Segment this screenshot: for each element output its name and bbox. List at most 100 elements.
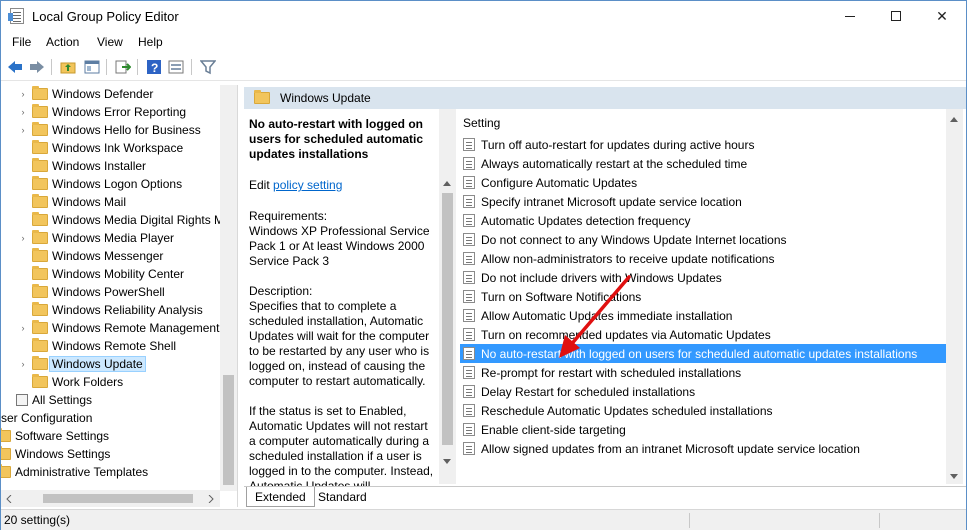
scroll-up-icon[interactable]: [443, 181, 451, 186]
description-vertical-scrollbar[interactable]: [439, 109, 456, 484]
tree-expander: [18, 157, 28, 175]
tree-scroll-thumb[interactable]: [223, 375, 234, 485]
tree-item-windows-error-reporting[interactable]: › Windows Error Reporting: [18, 103, 186, 121]
tree-item-windows-media-drm[interactable]: Windows Media Digital Rights M: [18, 211, 224, 229]
setting-row[interactable]: Reschedule Automatic Updates scheduled i…: [460, 401, 948, 420]
tree-item-label: Windows Ink Workspace: [52, 141, 184, 155]
filter-button[interactable]: [199, 58, 217, 76]
tree-item-windows-logon-options[interactable]: Windows Logon Options: [18, 175, 182, 193]
extended-view-button[interactable]: [167, 58, 185, 76]
scroll-down-icon[interactable]: [950, 474, 958, 479]
settings-vertical-scrollbar[interactable]: [946, 109, 963, 484]
tree-item-software-settings[interactable]: Software Settings: [1, 427, 109, 445]
folder-icon: [32, 194, 48, 208]
filter-icon: [200, 60, 216, 75]
toolbar-separator: [191, 59, 192, 75]
close-button[interactable]: ✕: [919, 1, 965, 31]
description-scroll-thumb[interactable]: [442, 193, 453, 445]
annotation-arrow-icon: [559, 275, 631, 358]
edit-policy-setting-link[interactable]: policy setting: [273, 178, 342, 192]
setting-row[interactable]: Allow signed updates from an intranet Mi…: [460, 439, 948, 458]
forward-arrow-icon: [30, 61, 44, 73]
setting-column-header[interactable]: Setting: [456, 109, 966, 135]
settings-list: Setting Turn off auto-restart for update…: [456, 109, 966, 486]
expand-chevron-icon[interactable]: ›: [18, 103, 28, 121]
setting-row[interactable]: Turn on Software Notifications: [460, 287, 948, 306]
setting-row[interactable]: Turn on recommended updates via Automati…: [460, 325, 948, 344]
setting-row[interactable]: Delay Restart for scheduled installation…: [460, 382, 948, 401]
minimize-button[interactable]: [827, 1, 873, 31]
show-hide-tree-button[interactable]: [83, 58, 101, 76]
status-bar: 20 setting(s): [1, 509, 966, 530]
menu-action[interactable]: Action: [46, 35, 79, 49]
menu-help[interactable]: Help: [138, 35, 163, 49]
scroll-right-icon[interactable]: [207, 495, 215, 503]
tree-item-administrative-templates[interactable]: Administrative Templates: [1, 463, 148, 481]
help-button[interactable]: ?: [145, 58, 163, 76]
maximize-button[interactable]: [873, 1, 919, 31]
folder-icon: [32, 230, 48, 244]
tree-item-windows-mobility-center[interactable]: Windows Mobility Center: [18, 265, 184, 283]
description-block: Description: Specifies that to complete …: [249, 284, 434, 389]
back-button[interactable]: [6, 58, 24, 76]
setting-row[interactable]: Do not include drivers with Windows Upda…: [460, 268, 948, 287]
scroll-up-icon[interactable]: [950, 117, 958, 122]
tree-expander: [18, 193, 28, 211]
expand-chevron-icon[interactable]: ›: [18, 121, 28, 139]
setting-row[interactable]: Allow non-administrators to receive upda…: [460, 249, 948, 268]
tree-expander: [18, 373, 28, 391]
scroll-left-icon[interactable]: [5, 495, 13, 503]
tree-item-windows-hello[interactable]: › Windows Hello for Business: [18, 121, 201, 139]
setting-row[interactable]: Allow Automatic Updates immediate instal…: [460, 306, 948, 325]
tree-item-windows-update[interactable]: › Windows Update: [18, 355, 146, 373]
requirements-block: Requirements: Windows XP Professional Se…: [249, 209, 434, 269]
tree-item-windows-mail[interactable]: Windows Mail: [18, 193, 126, 211]
tree-item-windows-remote-management[interactable]: › Windows Remote Management: [18, 319, 219, 337]
setting-row[interactable]: Specify intranet Microsoft update servic…: [460, 192, 948, 211]
tab-extended[interactable]: Extended: [246, 487, 315, 507]
folder-icon: [254, 90, 270, 104]
toolbar-separator: [106, 59, 107, 75]
setting-label: Do not connect to any Windows Update Int…: [481, 232, 787, 247]
forward-button[interactable]: [28, 58, 46, 76]
menu-file[interactable]: File: [12, 35, 31, 49]
tree-vertical-scrollbar[interactable]: [220, 85, 237, 491]
expand-chevron-icon[interactable]: ›: [18, 319, 28, 337]
tab-standard[interactable]: Standard: [310, 487, 375, 507]
tree-horizontal-scrollbar[interactable]: [1, 490, 220, 507]
expand-chevron-icon[interactable]: ›: [18, 355, 28, 373]
setting-row[interactable]: Re-prompt for restart with scheduled ins…: [460, 363, 948, 382]
scroll-down-icon[interactable]: [443, 459, 451, 464]
tree-item-windows-powershell[interactable]: Windows PowerShell: [18, 283, 165, 301]
setting-row[interactable]: Configure Automatic Updates: [460, 173, 948, 192]
setting-row[interactable]: Turn off auto-restart for updates during…: [460, 135, 948, 154]
setting-row[interactable]: Enable client-side targeting: [460, 420, 948, 439]
gpedit-window: Local Group Policy Editor ✕ File Action …: [0, 0, 967, 530]
tree-item-work-folders[interactable]: Work Folders: [18, 373, 123, 391]
toolbar: ?: [1, 53, 966, 81]
setting-row[interactable]: No auto-restart with logged on users for…: [460, 344, 948, 363]
tree-item-user-configuration[interactable]: ser Configuration: [1, 409, 92, 427]
gpedit-app-icon: [8, 8, 24, 24]
expand-chevron-icon[interactable]: ›: [18, 229, 28, 247]
up-folder-button[interactable]: [59, 58, 77, 76]
policy-setting-icon: [463, 385, 475, 398]
tree-item-label: ser Configuration: [1, 411, 93, 425]
setting-row[interactable]: Do not connect to any Windows Update Int…: [460, 230, 948, 249]
tree-item-windows-defender[interactable]: › Windows Defender: [18, 85, 153, 103]
tree-hscroll-thumb[interactable]: [43, 494, 193, 503]
tree-item-windows-ink-workspace[interactable]: Windows Ink Workspace: [18, 139, 183, 157]
menu-view[interactable]: View: [97, 35, 123, 49]
policy-setting-icon: [463, 309, 475, 322]
tree-item-windows-installer[interactable]: Windows Installer: [18, 157, 146, 175]
expand-chevron-icon[interactable]: ›: [18, 85, 28, 103]
tree-item-windows-reliability-analysis[interactable]: Windows Reliability Analysis: [18, 301, 203, 319]
setting-row[interactable]: Always automatically restart at the sche…: [460, 154, 948, 173]
setting-row[interactable]: Automatic Updates detection frequency: [460, 211, 948, 230]
tree-item-windows-media-player[interactable]: › Windows Media Player: [18, 229, 174, 247]
export-list-button[interactable]: [114, 58, 132, 76]
tree-item-windows-messenger[interactable]: Windows Messenger: [18, 247, 163, 265]
tree-item-windows-remote-shell[interactable]: Windows Remote Shell: [18, 337, 176, 355]
tree-item-all-settings[interactable]: All Settings: [16, 391, 92, 409]
tree-item-windows-settings[interactable]: Windows Settings: [1, 445, 110, 463]
